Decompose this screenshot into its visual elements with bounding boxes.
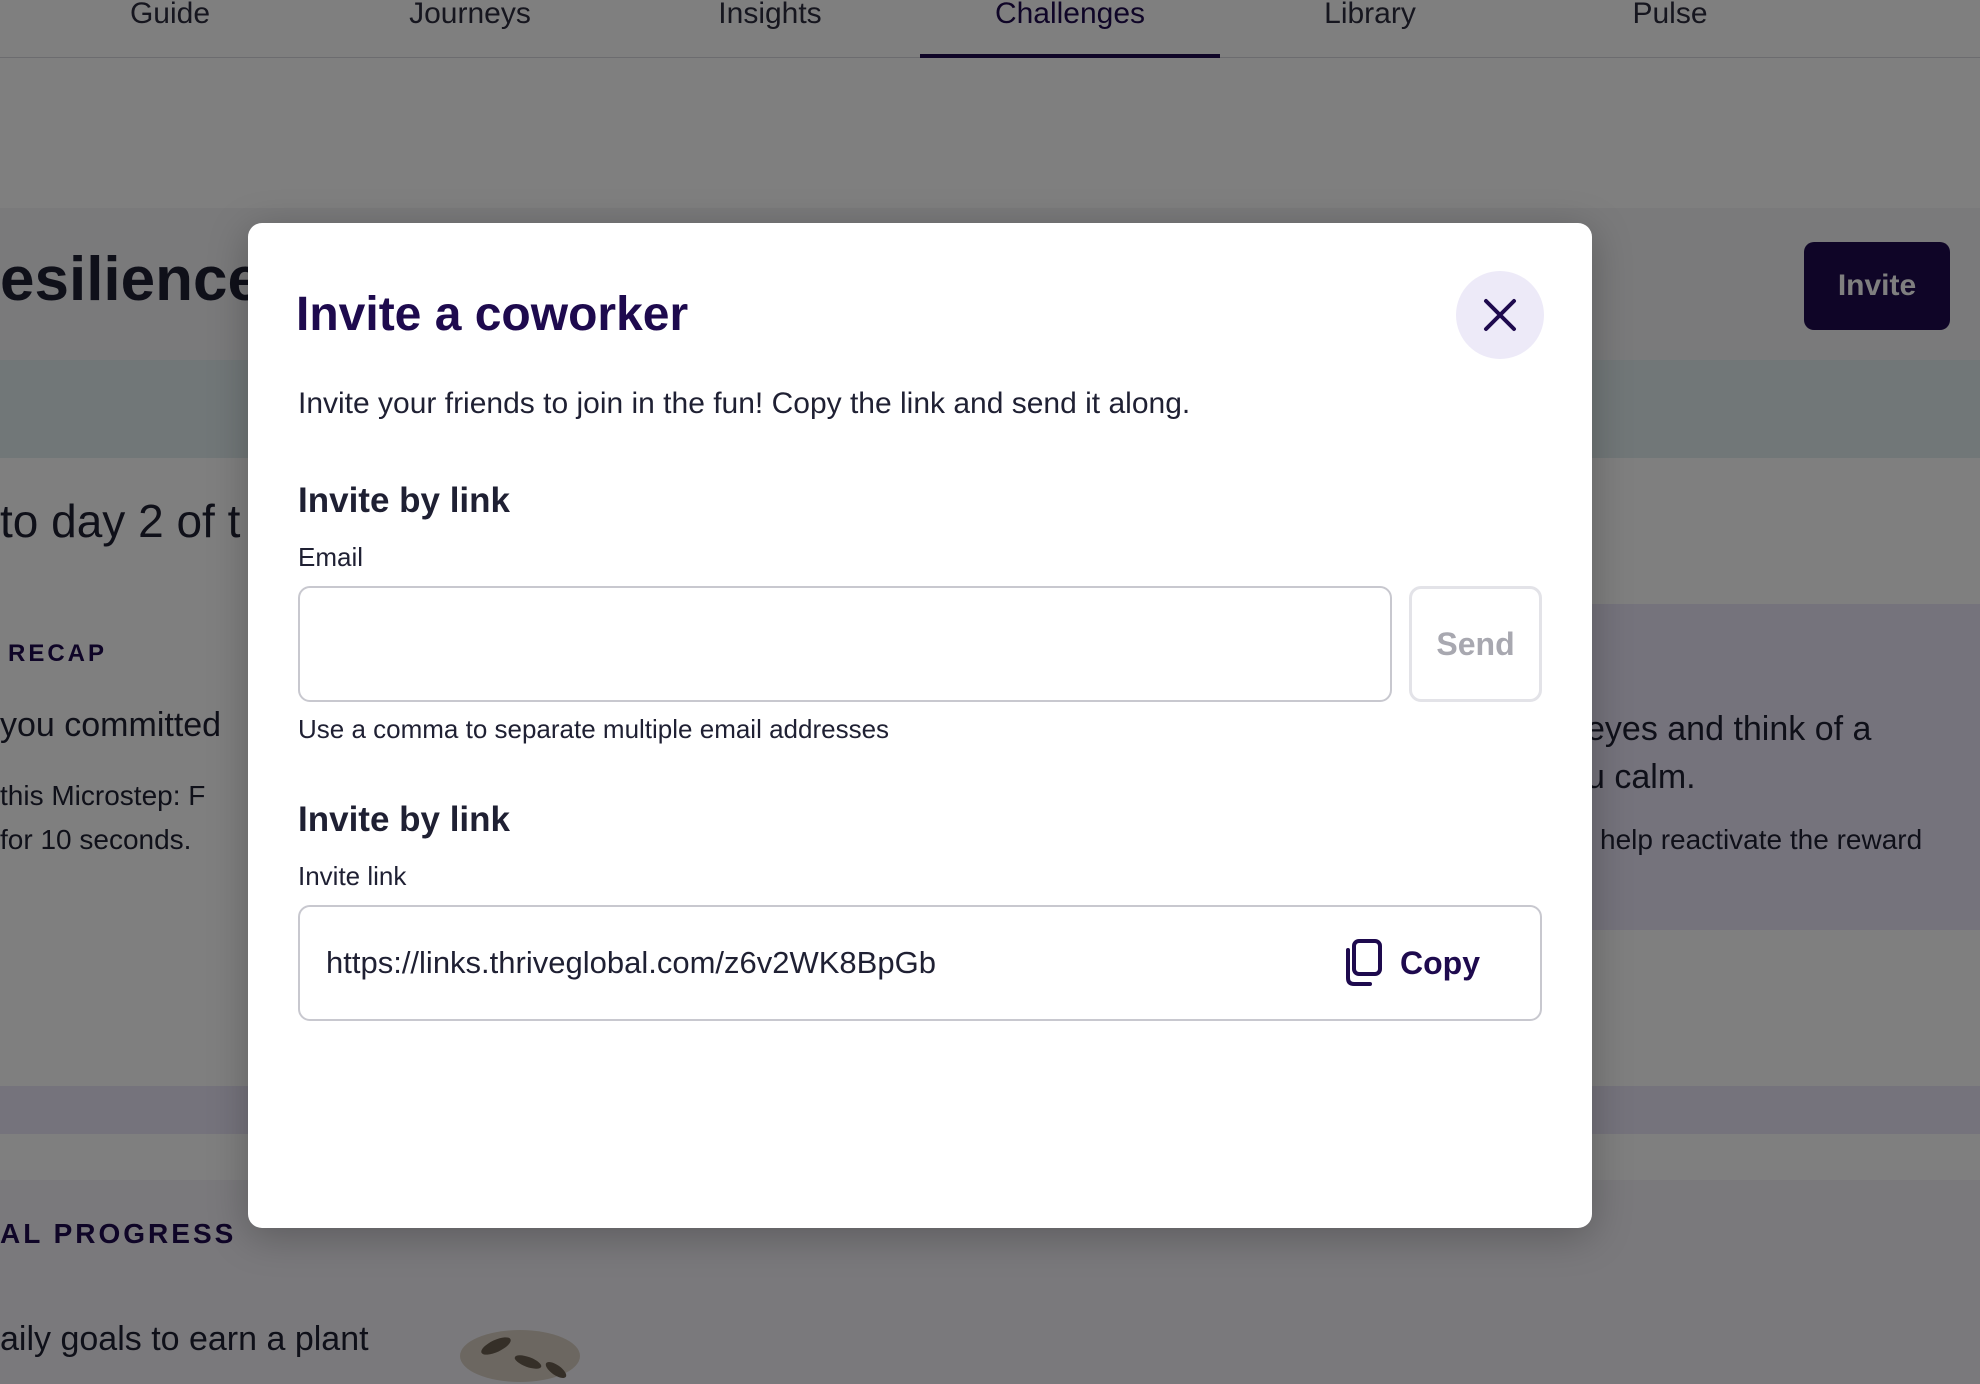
close-button[interactable] [1456, 271, 1544, 359]
invite-link-value[interactable]: https://links.thriveglobal.com/z6v2WK8Bp… [326, 907, 936, 1019]
close-icon [1484, 299, 1516, 331]
email-section-heading: Invite by link [298, 481, 510, 520]
link-section-heading: Invite by link [298, 800, 510, 839]
copy-label: Copy [1400, 944, 1480, 981]
email-label: Email [298, 542, 364, 572]
page: Guide Journeys Insights Challenges Libra… [0, 0, 1980, 1384]
copy-icon [1346, 939, 1382, 986]
email-helper-text: Use a comma to separate multiple email a… [298, 714, 890, 744]
invite-link-field[interactable]: https://links.thriveglobal.com/z6v2WK8Bp… [298, 905, 1542, 1021]
email-input[interactable] [298, 586, 1392, 702]
modal-title: Invite a coworker [296, 288, 689, 341]
invite-modal: Invite a coworker Invite your friends to… [248, 223, 1592, 1228]
modal-description: Invite your friends to join in the fun! … [298, 387, 1191, 420]
send-button[interactable]: Send [1409, 586, 1542, 702]
invite-link-label: Invite link [298, 861, 407, 891]
copy-button[interactable]: Copy [1340, 927, 1520, 999]
